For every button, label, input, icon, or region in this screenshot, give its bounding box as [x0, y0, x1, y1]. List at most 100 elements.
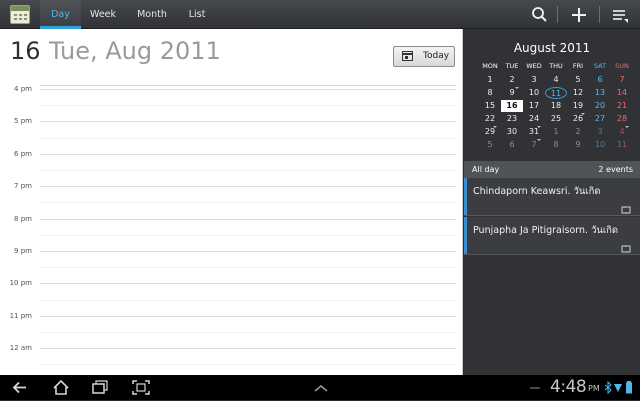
- calendar-day[interactable]: 8: [479, 87, 501, 99]
- event-title: Punjapha Ja Pitigraisorn. วันเกิด: [473, 225, 619, 236]
- half-hour-line: [40, 105, 456, 107]
- half-hour-line: [40, 364, 456, 366]
- calendar-day[interactable]: 6: [589, 74, 611, 86]
- calendar-day[interactable]: 1: [479, 74, 501, 86]
- calendar-day[interactable]: 7: [611, 74, 633, 86]
- clock-time: 4:48: [550, 377, 587, 397]
- calendar-day[interactable]: 4: [545, 74, 567, 86]
- toolbar-divider: [599, 6, 600, 23]
- hour-label: 10 pm: [9, 279, 32, 288]
- calendar-day[interactable]: 3: [523, 74, 545, 86]
- calendar-day[interactable]: 2: [567, 126, 589, 138]
- date-heading: Tue, Aug 2011: [49, 37, 221, 65]
- hour-line: [40, 218, 456, 220]
- half-hour-line: [40, 267, 456, 269]
- repeat-icon: [621, 199, 631, 214]
- tab-week[interactable]: Week: [84, 0, 122, 29]
- weekday-header: WED: [526, 62, 542, 70]
- all-day-header: All day 2 events: [464, 161, 640, 178]
- hour-line: [40, 121, 456, 123]
- event-item[interactable]: Punjapha Ja Pitigraisorn. วันเกิด: [464, 217, 640, 255]
- calendar-day[interactable]: 5: [479, 139, 501, 151]
- add-icon[interactable]: [568, 4, 590, 26]
- calendar-day[interactable]: 4: [611, 126, 633, 138]
- calendar-day[interactable]: 11: [611, 139, 633, 151]
- clock-ampm: PM: [588, 384, 600, 393]
- calendar-day[interactable]: 2: [501, 74, 523, 89]
- calendar-day[interactable]: 16: [501, 100, 523, 112]
- calendar-day[interactable]: 17: [523, 100, 545, 112]
- calendar-day[interactable]: 10: [589, 139, 611, 151]
- half-hour-line: [40, 299, 456, 301]
- hour-grid[interactable]: 4 pm 5 pm 6 pm 7 pm 8 pm 9 pm 10 pm 11 pm 12 am: [0, 85, 462, 383]
- home-icon[interactable]: [51, 378, 71, 397]
- calendar-day[interactable]: 21: [611, 100, 633, 112]
- calendar-day[interactable]: 13: [589, 87, 611, 99]
- calendar-day[interactable]: 8: [545, 139, 567, 151]
- system-bar: 4:48 PM: [0, 375, 640, 400]
- calendar-day[interactable]: 25: [545, 113, 567, 125]
- calendar-day[interactable]: 28: [611, 113, 633, 128]
- hour-label: 5 pm: [14, 117, 32, 126]
- calendar-day[interactable]: 6: [501, 139, 523, 151]
- weekday-header: TUE: [505, 62, 519, 70]
- calendar-day[interactable]: 5: [567, 74, 589, 86]
- tab-month[interactable]: Month: [133, 0, 171, 29]
- calendar-day[interactable]: 19: [567, 100, 589, 115]
- action-bar: Day Week Month List: [0, 0, 640, 29]
- calendar-icon: [402, 51, 413, 61]
- event-color-bar: [464, 178, 467, 215]
- calendar-day[interactable]: 11: [545, 87, 567, 99]
- battery-icon: [624, 378, 634, 397]
- hour-label: 8 pm: [14, 214, 32, 223]
- weekday-header: MON: [482, 62, 498, 70]
- calendar-day[interactable]: 22: [479, 113, 501, 128]
- hour-label: 9 pm: [14, 247, 32, 255]
- event-item[interactable]: Chindaporn Keawsri. วันเกิด: [464, 178, 640, 216]
- calendar-day[interactable]: 31: [523, 126, 545, 141]
- day-view: 16 Tue, Aug 2011 Today 4 pm 5 pm 6 pm 7 pm 8…: [0, 29, 463, 397]
- mini-calendar-title: August 2011: [513, 41, 591, 55]
- hour-label: 6 pm: [14, 149, 32, 158]
- calendar-day[interactable]: 3: [589, 126, 611, 138]
- event-title: Chindaporn Keawsri. วันเกิด: [473, 186, 601, 197]
- calendar-day[interactable]: 23: [501, 113, 523, 125]
- calendar-day[interactable]: 18: [545, 100, 567, 112]
- today-button-label: Today: [423, 51, 450, 61]
- calendar-day[interactable]: 9: [567, 139, 589, 151]
- calendar-day[interactable]: 24: [523, 113, 545, 128]
- calendar-day[interactable]: 12: [567, 87, 589, 99]
- today-button[interactable]: Today: [393, 46, 455, 67]
- chevron-up-icon[interactable]: [311, 378, 331, 397]
- toolbar-divider: [557, 6, 558, 23]
- half-hour-line: [40, 202, 456, 204]
- bluetooth-icon: [603, 378, 613, 397]
- search-icon[interactable]: [529, 4, 551, 26]
- half-hour-line: [40, 170, 456, 171]
- day-number: 16: [10, 37, 41, 65]
- calendar-day[interactable]: 7: [523, 139, 545, 151]
- half-hour-line: [40, 234, 456, 236]
- hour-line: [40, 283, 456, 285]
- notification-line-icon: [528, 378, 542, 397]
- calendar-day[interactable]: 1: [545, 126, 567, 138]
- calendar-day[interactable]: 26: [567, 113, 589, 125]
- hour-line: [40, 153, 456, 155]
- back-icon[interactable]: [10, 378, 30, 397]
- calendar-day[interactable]: 27: [589, 113, 611, 125]
- calendar-day[interactable]: 15: [479, 100, 501, 112]
- calendar-app-icon[interactable]: [10, 5, 30, 24]
- calendar-day[interactable]: 9: [501, 87, 523, 102]
- calendar-day[interactable]: 14: [611, 87, 633, 99]
- screenshot-icon[interactable]: [131, 378, 151, 397]
- calendar-day[interactable]: 30: [501, 126, 523, 138]
- calendar-day[interactable]: 20: [589, 100, 611, 112]
- recent-apps-icon[interactable]: [90, 378, 110, 397]
- tab-list[interactable]: List: [182, 0, 212, 29]
- side-panel: August 2011 MON TUE WED THU FRI SAT SUN 1 2 3 4 5 6 7…: [464, 29, 640, 375]
- calendar-day[interactable]: 10: [523, 87, 545, 99]
- calendar-day[interactable]: 29: [479, 126, 501, 138]
- hour-line: [40, 348, 456, 350]
- tab-day[interactable]: Day: [40, 0, 81, 29]
- menu-icon[interactable]: [609, 4, 631, 26]
